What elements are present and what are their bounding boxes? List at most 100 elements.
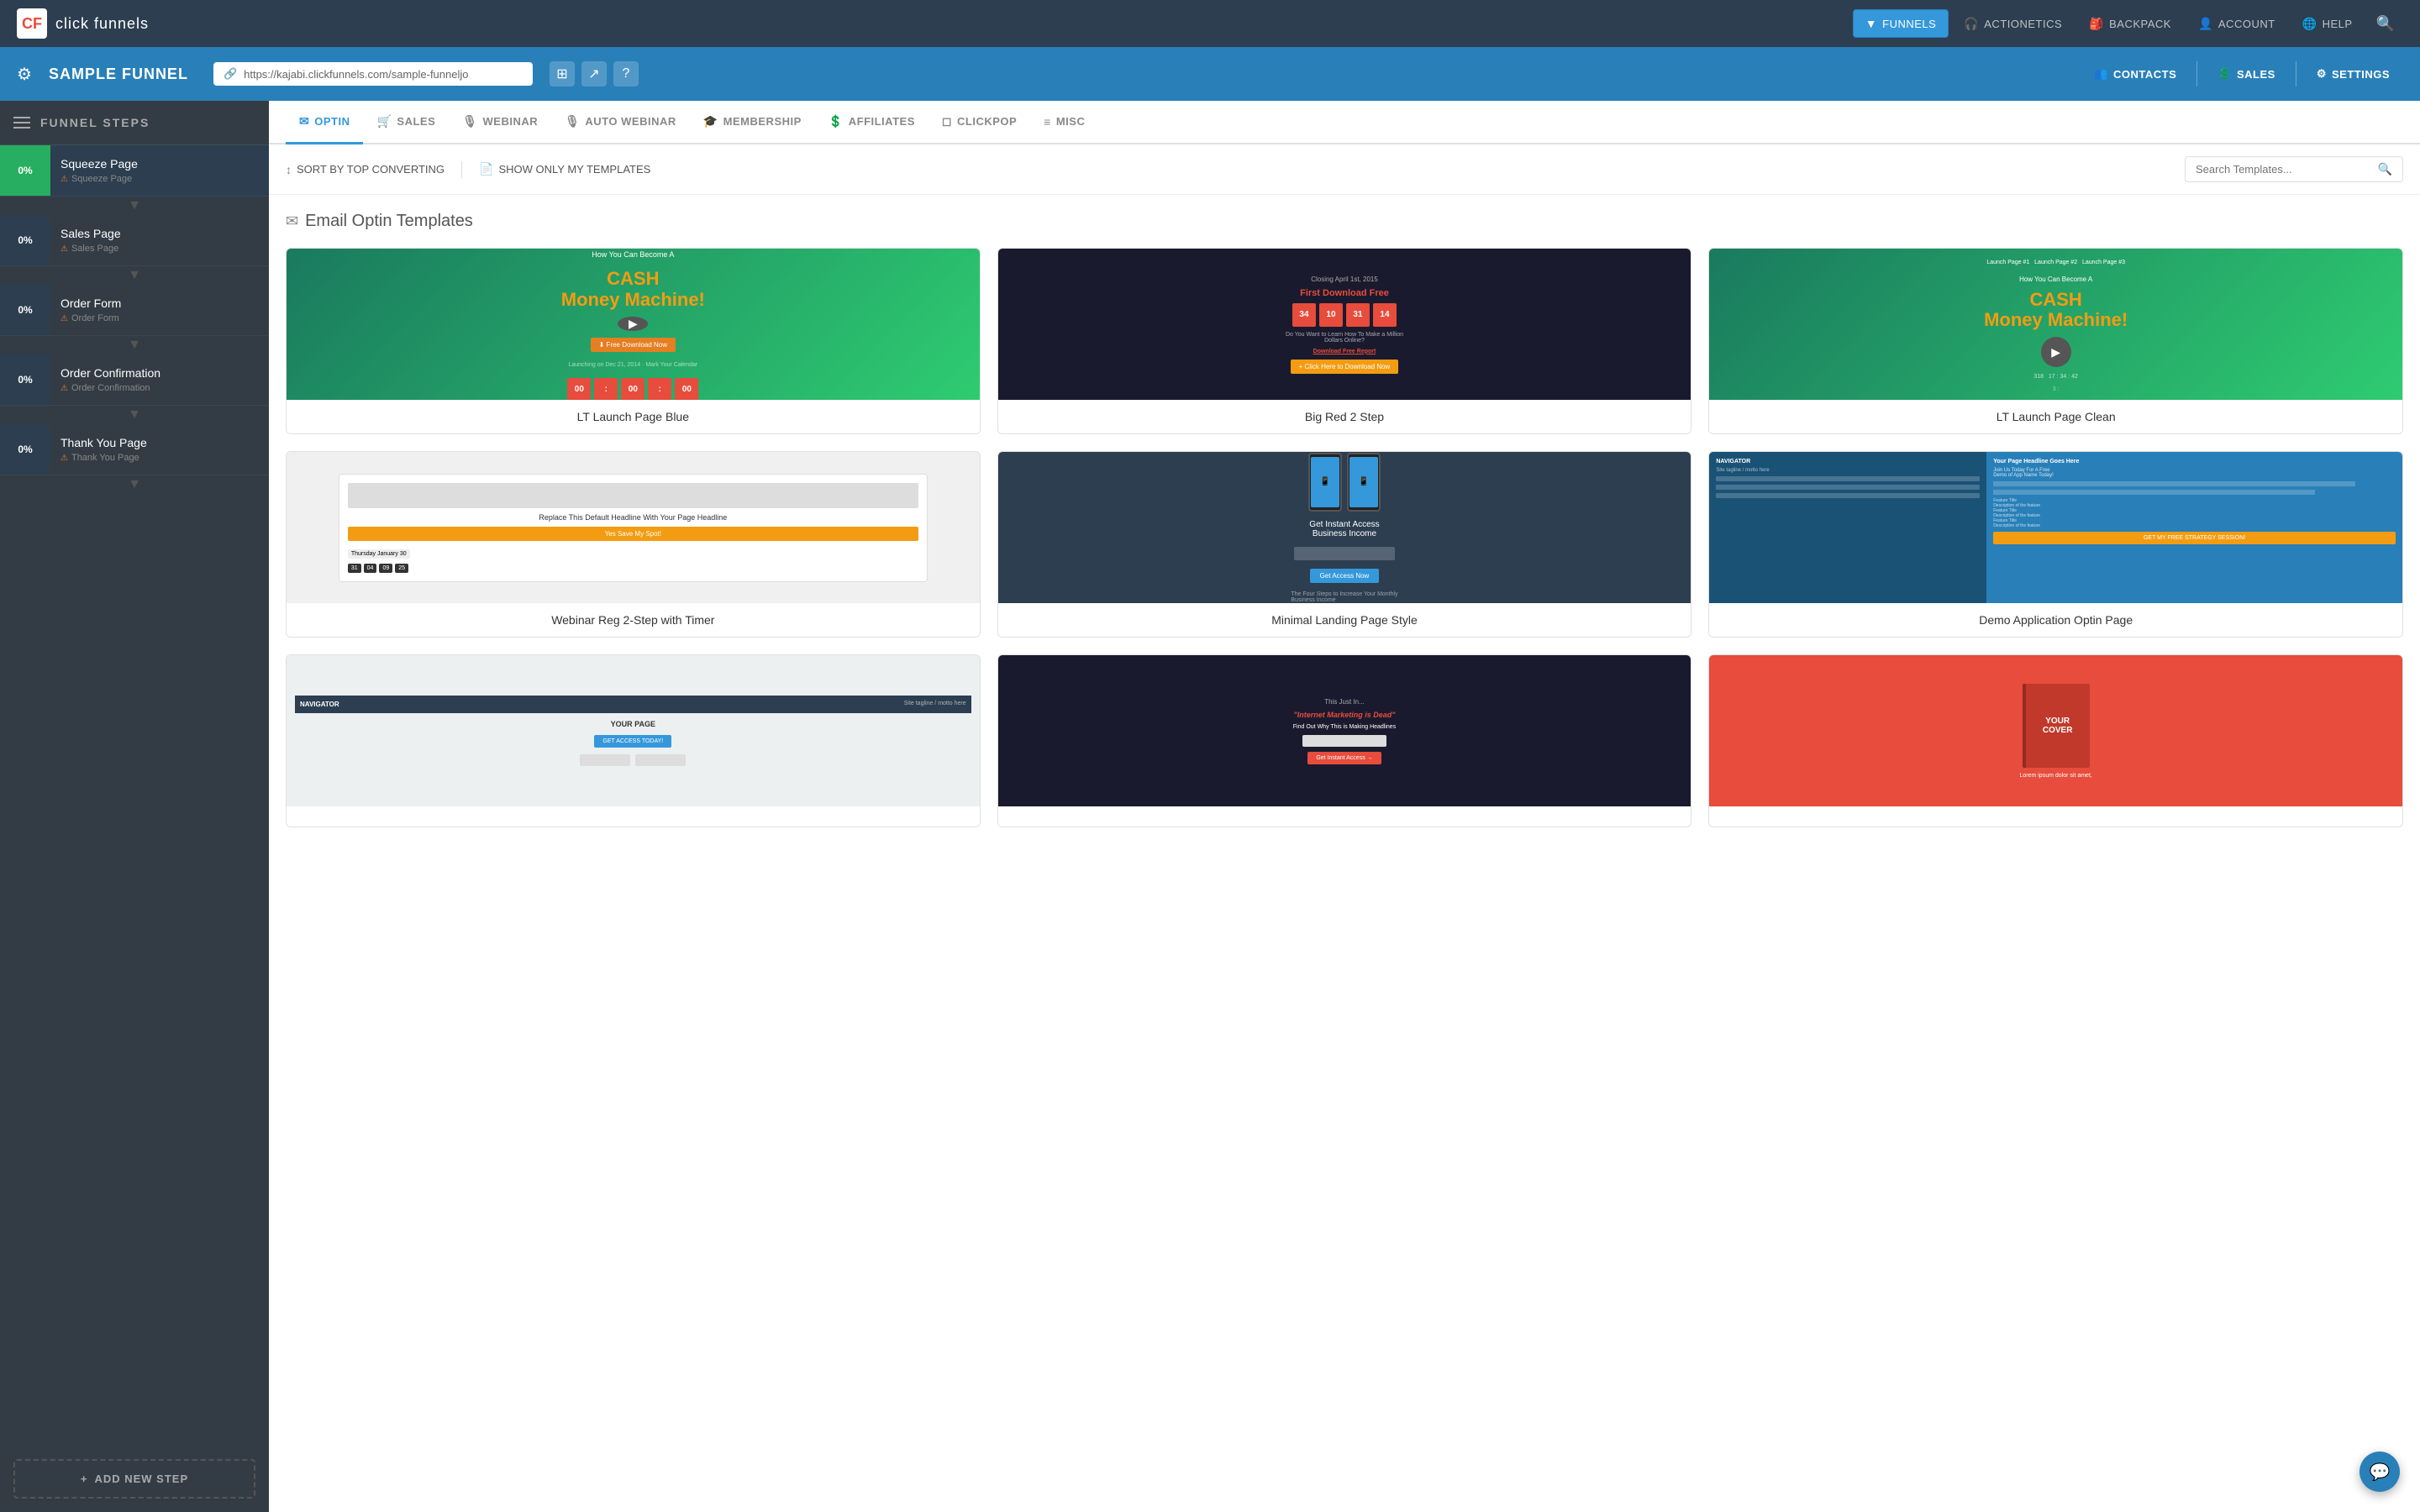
step-separator-1: ▼ [0, 197, 269, 215]
template-name-navigator [287, 806, 980, 827]
template-name-minimal: Minimal Landing Page Style [998, 603, 1691, 637]
tab-sales-label: SALES [397, 115, 435, 128]
preview-minimal-cta: Get Access Now [1310, 569, 1380, 583]
step-order-form[interactable]: 0% Order Form ⚠ Order Form [0, 285, 269, 336]
template-preview-lt-clean: Launch Page #1 Launch Page #2 Launch Pag… [1709, 249, 2402, 400]
show-my-templates-button[interactable]: 📄 SHOW ONLY MY TEMPLATES [479, 162, 650, 176]
preview-webinar-date-row: Thursday January 30 [348, 549, 918, 559]
nav-actionetics[interactable]: 🎧 ACTIONETICS [1952, 10, 2074, 38]
preview-demo-tagline: Join Us Today For A FreeDemo of App Name… [1993, 468, 2396, 478]
tab-misc-label: MISC [1056, 115, 1086, 128]
tab-clickpop[interactable]: ◻ CLICKPOP [929, 101, 1030, 144]
sort-by-button[interactable]: ↕ SORT BY TOP CONVERTING [286, 163, 445, 176]
templates-toolbar: ↕ SORT BY TOP CONVERTING 📄 SHOW ONLY MY … [269, 144, 2420, 195]
preview-demo-bar-3 [1716, 493, 1980, 498]
tab-auto-webinar[interactable]: 🎙 AUTO WEBINAR [551, 101, 690, 144]
tab-sales[interactable]: 🛒 SALES [363, 101, 449, 144]
template-card-webinar-reg[interactable]: Replace This Default Headline With Your … [286, 451, 981, 638]
template-card-cover[interactable]: YOURCOVER Lorem ipsum dolor sit amet, [1708, 654, 2403, 827]
tab-clickpop-label: CLICKPOP [957, 115, 1017, 128]
template-name-lt-clean: LT Launch Page Clean [1709, 400, 2402, 433]
sales-label: SALES [2237, 68, 2275, 81]
sales-cart-icon: 🛒 [376, 114, 392, 129]
down-arrow-icon-2: ▼ [128, 268, 141, 283]
sales-button[interactable]: 💲 SALES [2204, 60, 2289, 87]
template-preview-lt-launch-blue: How You Can Become A CASHMoney Machine! … [287, 249, 980, 400]
step-order-confirmation[interactable]: 0% Order Confirmation ⚠ Order Confirmati… [0, 354, 269, 406]
logo-text: click funnels [55, 15, 149, 33]
template-card-internet-dead[interactable]: This Just In... "Internet Marketing is D… [997, 654, 1692, 827]
step-orderform-info: Order Form ⚠ Order Form [50, 285, 269, 335]
step-sales-page[interactable]: 0% Sales Page ⚠ Sales Page [0, 215, 269, 266]
preview-demo-features: Feature TitleDescription of the featureF… [1993, 498, 2396, 528]
tab-misc[interactable]: ≡ MISC [1030, 102, 1098, 144]
affiliates-dollar-icon: 💲 [829, 114, 844, 129]
step-separator-2: ▼ [0, 266, 269, 285]
nav-account[interactable]: 👤 ACCOUNT [2186, 10, 2287, 38]
template-card-navigator[interactable]: NAVIGATOR Site tagline / motto here YOUR… [286, 654, 981, 827]
step-orderconfirm-sub-text: Order Confirmation [71, 383, 150, 393]
preview-phone-2: 📱 [1347, 453, 1381, 512]
settings-button[interactable]: ⚙ SETTINGS [2303, 60, 2403, 87]
step-squeeze-page[interactable]: 0% Squeeze Page ⚠ Squeeze Page [0, 145, 269, 197]
step-sales-sub: ⚠ Sales Page [60, 244, 259, 254]
step-thank-you[interactable]: 0% Thank You Page ⚠ Thank You Page [0, 424, 269, 475]
step-orderconfirm-percent: 0% [0, 354, 50, 405]
preview-demo-sidebar-title: NAVIGATOR [1716, 459, 1980, 465]
preview-date-text: Launching on Dec 21, 2014 · Mark Your Ca… [568, 362, 697, 368]
template-card-minimal[interactable]: 📱 📱 Get Instant AccessBusiness Income [997, 451, 1692, 638]
preview-cover-content: YOURCOVER Lorem ipsum dolor sit amet, [2011, 655, 2100, 806]
template-search-input[interactable] [2196, 163, 2371, 176]
down-arrow-icon-3: ▼ [128, 338, 141, 353]
clickpop-square-icon: ◻ [942, 114, 952, 129]
preview-countdown: 00 : 00 : 00 [567, 378, 698, 400]
sort-icon: ↕ [286, 163, 292, 176]
contacts-button[interactable]: 👥 CONTACTS [2081, 60, 2190, 87]
open-url-button[interactable]: ↗ [581, 61, 607, 87]
step-orderconfirm-name: Order Confirmation [60, 366, 259, 380]
timer-34: 34 [1292, 303, 1316, 327]
template-card-lt-launch-blue[interactable]: How You Can Become A CASHMoney Machine! … [286, 248, 981, 434]
funnel-url-bar: 🔗 https://kajabi.clickfunnels.com/sample… [213, 62, 533, 86]
nav-backpack-label: BACKPACK [2109, 18, 2171, 30]
hamburger-icon[interactable] [13, 117, 30, 129]
tab-affiliates[interactable]: 💲 AFFILIATES [815, 101, 929, 144]
logo[interactable]: CF click funnels [17, 8, 149, 39]
preview-book-title: YOURCOVER [2043, 717, 2073, 735]
tab-membership[interactable]: 🎓 MEMBERSHIP [690, 101, 815, 144]
tab-optin[interactable]: ✉ OPTIN [286, 101, 363, 144]
auto-webinar-mic-icon: 🎙 [565, 114, 580, 129]
copy-url-button[interactable]: ⊞ [550, 61, 575, 87]
header-divider-1 [2196, 61, 2197, 87]
preview-wt-25: 25 [395, 564, 408, 573]
nav-backpack[interactable]: 🎒 BACKPACK [2077, 10, 2183, 38]
preview-nav-cta: GET ACCESS TODAY! [594, 735, 671, 748]
sort-by-label: SORT BY TOP CONVERTING [297, 163, 445, 176]
template-name-cover [1709, 806, 2402, 827]
nav-funnels[interactable]: ▼ FUNNELS [1853, 9, 1949, 38]
step-sales-sub-text: Sales Page [71, 244, 118, 254]
nav-items: ▼ FUNNELS 🎧 ACTIONETICS 🎒 BACKPACK 👤 ACC… [1853, 8, 2403, 39]
search-submit-icon[interactable]: 🔍 [2378, 162, 2392, 176]
document-icon: 📄 [479, 162, 493, 176]
main-layout: FUNNEL STEPS 0% Squeeze Page ⚠ Squeeze P… [0, 101, 2420, 1512]
nav-search-button[interactable]: 🔍 [2368, 8, 2403, 39]
add-step-button[interactable]: + ADD NEW STEP [13, 1459, 255, 1499]
step-thankyou-info: Thank You Page ⚠ Thank You Page [50, 424, 269, 475]
tab-webinar[interactable]: 🎙 WEBINAR [449, 101, 551, 144]
phone-app-icon-2: 📱 [1359, 477, 1369, 486]
membership-grad-icon: 🎓 [703, 114, 718, 129]
preview-nav-fields [580, 754, 686, 766]
template-card-lt-clean[interactable]: Launch Page #1 Launch Page #2 Launch Pag… [1708, 248, 2403, 434]
funnel-settings-icon[interactable]: ⚙ [17, 64, 32, 85]
account-icon: 👤 [2198, 17, 2213, 31]
template-card-big-red[interactable]: Closing April 1st, 2015 First Download F… [997, 248, 1692, 434]
template-preview-internet-dead: This Just In... "Internet Marketing is D… [998, 655, 1691, 806]
help-url-button[interactable]: ? [613, 61, 639, 87]
nav-help[interactable]: 🌐 HELP [2291, 10, 2365, 38]
preview-webinar-timers: 31 04 09 25 [348, 564, 918, 573]
timer-00-3: 00 [675, 378, 698, 400]
timer-colon-1: : [594, 378, 618, 400]
template-card-demo[interactable]: NAVIGATOR Site tagline / motto here Your… [1708, 451, 2403, 638]
chat-bubble-button[interactable]: 💬 [2360, 1452, 2400, 1492]
